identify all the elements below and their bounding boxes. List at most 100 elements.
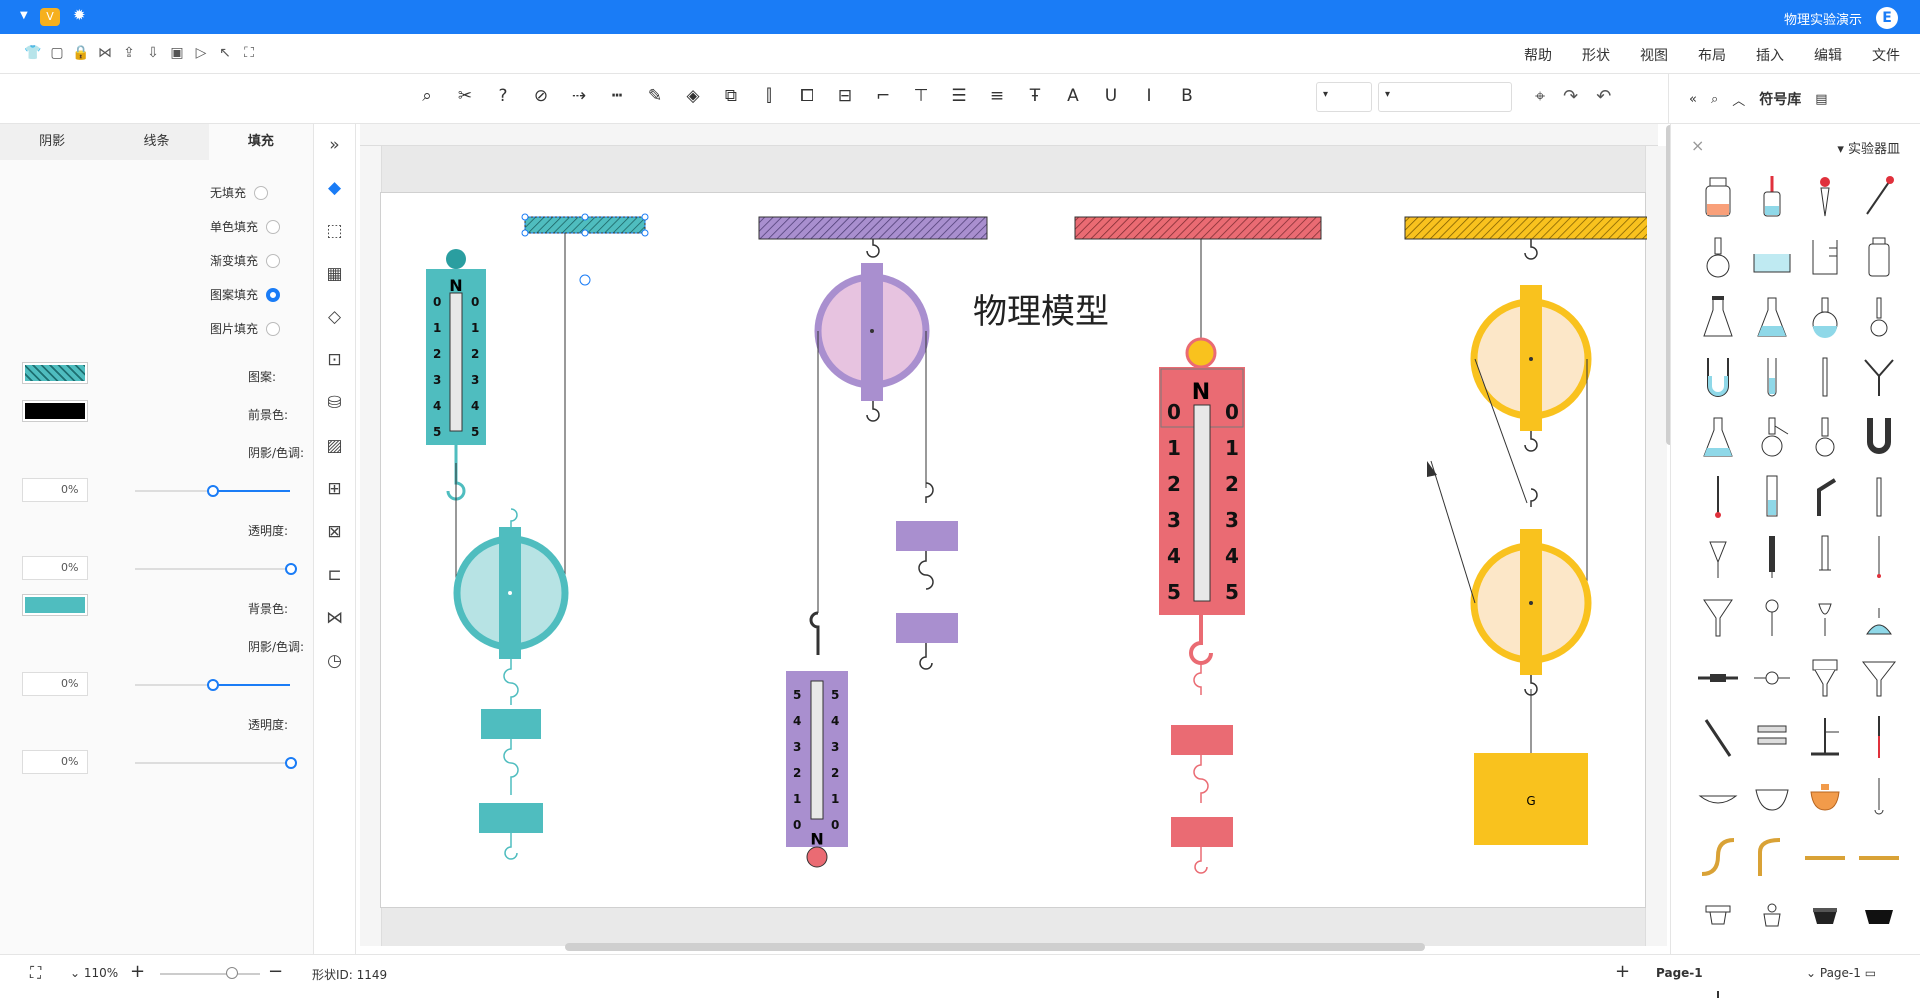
yellow-ceiling-bar[interactable] (1404, 216, 1647, 240)
pipette-icon[interactable] (1857, 174, 1901, 220)
fill-option-picture[interactable]: 图片填充 (210, 320, 281, 337)
bold-icon[interactable]: B (1175, 86, 1199, 106)
fill-color-icon[interactable]: ◈ (681, 86, 705, 106)
tongs-icon[interactable] (1696, 654, 1740, 700)
layers-icon[interactable]: ◇ (314, 296, 355, 339)
tab-shadow[interactable]: 阴影 (0, 124, 104, 160)
format-painter-icon[interactable]: ⌖ (1535, 86, 1545, 107)
menu-help[interactable]: 帮助 (1524, 45, 1552, 65)
fill-option-pattern[interactable]: 图案填充 (210, 286, 281, 303)
save-icon[interactable]: ▣ (168, 45, 186, 61)
bent-tube-icon[interactable] (1803, 474, 1847, 520)
zoom-slider[interactable] (160, 973, 260, 975)
glass-slide-icon[interactable] (1696, 714, 1740, 760)
transparency-slider-2[interactable] (135, 757, 297, 769)
radio-button[interactable] (266, 321, 281, 336)
cork-stopper-icon[interactable] (1696, 894, 1740, 940)
yellow-pulley-system[interactable]: G (1404, 216, 1647, 845)
category-name[interactable]: ▾ 实验器皿 (1837, 138, 1900, 157)
buchner-funnel-icon[interactable] (1803, 654, 1847, 700)
canvas-title[interactable]: 物理模型 (973, 292, 1109, 332)
close-icon[interactable]: × (1691, 136, 1704, 155)
database-icon[interactable]: ⛁ (314, 382, 355, 425)
tools-icon[interactable]: ✂ (453, 86, 477, 106)
black-stopper-icon[interactable] (1857, 894, 1901, 940)
line-spacing-icon[interactable]: ☰ (947, 86, 971, 106)
undo-icon[interactable]: ↶ (1596, 86, 1611, 107)
cursor-icon[interactable]: ↖ (216, 45, 234, 61)
shade-input-2[interactable]: 0% (22, 672, 88, 696)
graduated-cylinder-icon[interactable] (1750, 474, 1794, 520)
radio-button[interactable] (266, 253, 281, 268)
teal-pulley-system[interactable]: N 0 0 1 1 2 2 3 3 4 4 5 5 (426, 213, 649, 860)
flask-liquid-icon[interactable] (1803, 294, 1847, 340)
spatula-icon[interactable] (1857, 774, 1901, 820)
connector-icon[interactable]: ⌐ (871, 86, 895, 106)
share-icon[interactable]: ⋈ (96, 45, 114, 61)
red-spring-system[interactable]: N 0 0 1 1 2 2 3 3 4 4 5 5 (1074, 216, 1322, 874)
red-ceiling-bar[interactable] (1074, 216, 1322, 240)
align-icon[interactable]: ⫿ (757, 86, 781, 106)
conical-flask-icon[interactable] (1696, 294, 1740, 340)
radio-button[interactable] (266, 219, 281, 234)
dropper-bottle-icon[interactable] (1750, 174, 1794, 220)
underline-icon[interactable]: U (1099, 86, 1123, 106)
fill-option-solid[interactable]: 单色填充 (210, 218, 281, 235)
page-selector[interactable]: ⌄ Page-1 ▭ (1806, 966, 1876, 980)
shade-slider-2[interactable] (135, 679, 290, 691)
group-icon[interactable]: ⧉ (719, 86, 743, 106)
line-color-icon[interactable]: ✎ (643, 86, 667, 106)
burette-stopcock-icon[interactable] (1803, 534, 1847, 580)
timeline-icon[interactable]: ⊏ (314, 554, 355, 597)
arrange-icon[interactable]: ⧠ (795, 86, 819, 106)
paste-icon[interactable]: ▢ (48, 45, 66, 61)
mindmap-icon[interactable]: ⋈ (314, 597, 355, 640)
drawing-canvas[interactable]: N 00 11 22 33 44 55 N 0 0 1 1 2 2 3 3 4 … (380, 192, 1647, 908)
holed-stopper-icon[interactable] (1750, 894, 1794, 940)
pattern-swatch[interactable] (22, 362, 88, 384)
text-align-icon[interactable]: ≡ (985, 86, 1009, 106)
transparency-input[interactable]: 0% (22, 556, 88, 580)
reagent-bottle-icon[interactable] (1696, 174, 1740, 220)
fill-option-none[interactable]: 无填充 (210, 184, 269, 201)
export-icon[interactable]: ⇪ (120, 45, 138, 61)
org-chart-icon[interactable]: ⊞ (314, 468, 355, 511)
collapse-panel-icon[interactable]: » (314, 124, 355, 167)
horizontal-scrollbar[interactable] (565, 943, 1425, 951)
magnet-icon[interactable] (1857, 414, 1901, 460)
foreground-color-swatch[interactable] (22, 400, 88, 422)
crucible-icon[interactable] (1803, 774, 1847, 820)
font-color-icon[interactable]: A (1061, 86, 1085, 106)
background-color-swatch[interactable] (22, 594, 88, 616)
zoom-select[interactable]: ⌄ 110% (70, 966, 118, 980)
flask-blue-icon[interactable] (1696, 414, 1740, 460)
download-icon[interactable]: ⇩ (144, 45, 162, 61)
chevron-up-icon[interactable]: ︿ (1732, 90, 1745, 109)
page-tab[interactable]: Page-1 (1656, 966, 1703, 980)
collapse-icon[interactable]: « (1689, 92, 1697, 107)
watch-glass-icon[interactable] (1696, 774, 1740, 820)
line-style-icon[interactable]: ┅ (605, 86, 629, 106)
menu-view[interactable]: 视图 (1640, 45, 1668, 65)
font-size-select[interactable]: ▾ (1316, 82, 1372, 112)
tab-line[interactable]: 线条 (104, 124, 208, 160)
beaker-icon[interactable] (1803, 234, 1847, 280)
red-rod-icon[interactable] (1857, 714, 1901, 760)
small-flask-icon[interactable] (1857, 294, 1901, 340)
add-page-button[interactable]: + (1615, 961, 1630, 982)
font-family-select[interactable]: ▾ (1378, 82, 1512, 112)
separatory-funnel-icon[interactable] (1696, 534, 1740, 580)
zoom-out-button[interactable]: − (268, 961, 283, 982)
round-flask-icon[interactable] (1696, 234, 1740, 280)
fill-option-gradient[interactable]: 渐变填充 (210, 252, 281, 269)
straight-tube-icon[interactable] (1803, 834, 1847, 880)
image-icon[interactable]: ▨ (314, 425, 355, 468)
italic-icon[interactable]: I (1137, 86, 1161, 106)
fill-bucket-icon[interactable]: ◆ (314, 167, 355, 210)
burette-icon[interactable] (1750, 534, 1794, 580)
lock-icon[interactable]: 🔒 (72, 45, 90, 61)
connector-style-icon[interactable]: ⇢ (567, 86, 591, 106)
radio-button[interactable] (254, 185, 269, 200)
rubber-stopper-icon[interactable] (1803, 894, 1847, 940)
transparency-input-2[interactable]: 0% (22, 750, 88, 774)
